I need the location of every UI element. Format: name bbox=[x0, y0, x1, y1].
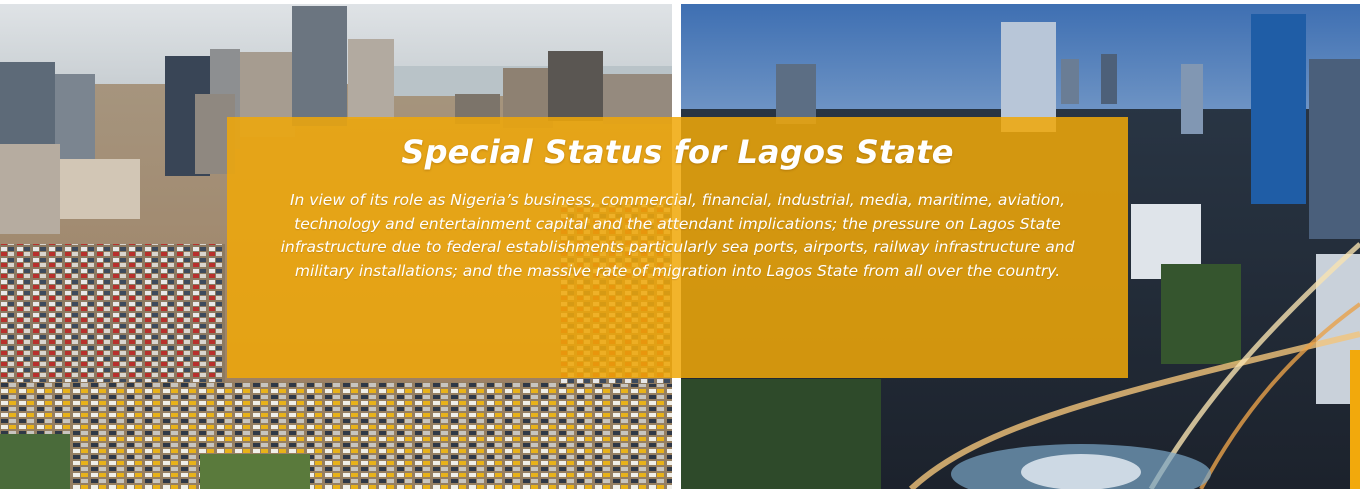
special-status-banner: Special Status for Lagos State In view o… bbox=[227, 117, 1128, 378]
banner-description: In view of its role as Nigeria’s busines… bbox=[280, 191, 1075, 280]
banner-title: Special Status for Lagos State bbox=[401, 133, 954, 171]
accent-edge bbox=[1350, 350, 1360, 489]
